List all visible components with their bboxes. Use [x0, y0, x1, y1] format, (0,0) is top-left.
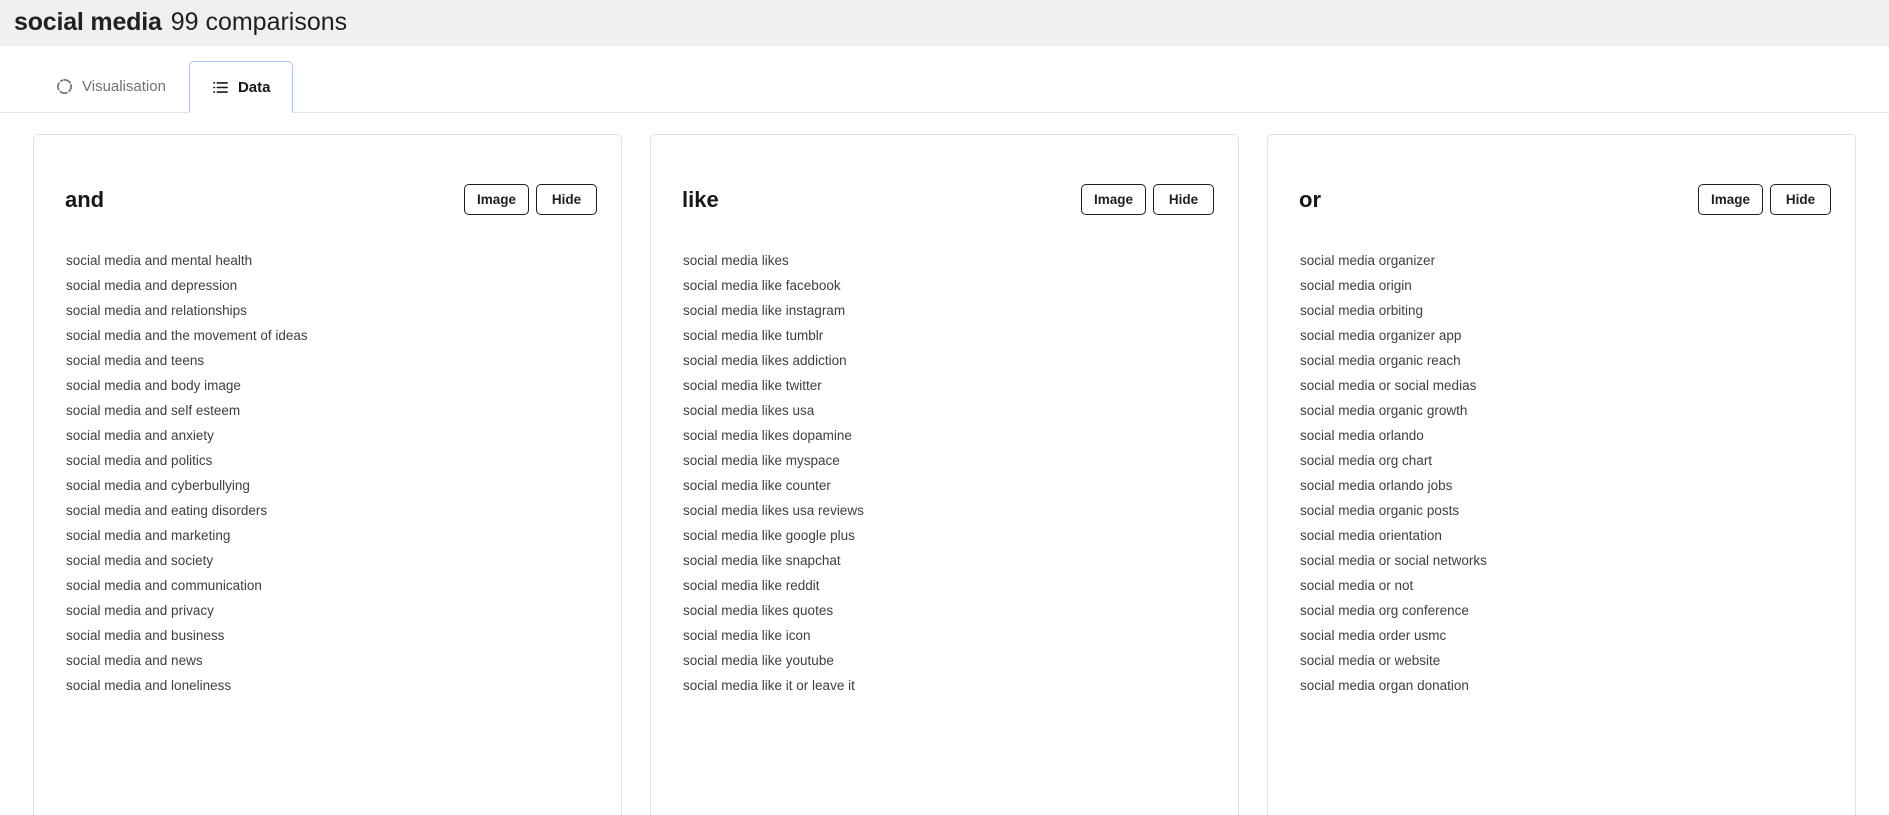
list-item[interactable]: social media org chart [1300, 448, 1835, 473]
image-button[interactable]: Image [1080, 184, 1146, 215]
list-item[interactable]: social media and privacy [66, 598, 601, 623]
list-item[interactable]: social media organic growth [1300, 398, 1835, 423]
list-item[interactable]: social media like counter [683, 473, 1218, 498]
comparison-columns: and Image Hide social media and mental h… [0, 113, 1889, 815]
list-item[interactable]: social media like tumblr [683, 323, 1218, 348]
list-item[interactable]: social media or website [1300, 648, 1835, 673]
list-item[interactable]: social media organ donation [1300, 673, 1835, 698]
list-item[interactable]: social media orbiting [1300, 298, 1835, 323]
comparison-card-like: like Image Hide social media likes socia… [650, 134, 1239, 815]
list-item[interactable]: social media origin [1300, 273, 1835, 298]
list-item[interactable]: social media like facebook [683, 273, 1218, 298]
list-item[interactable]: social media and depression [66, 273, 601, 298]
tab-bar: Visualisation Data [0, 46, 1889, 113]
list-item[interactable]: social media like instagram [683, 298, 1218, 323]
card-title: like [682, 186, 719, 212]
list-item[interactable]: social media org conference [1300, 598, 1835, 623]
card-actions: Image Hide [1080, 184, 1214, 215]
list-item[interactable]: social media and society [66, 548, 601, 573]
card-actions: Image Hide [463, 184, 597, 215]
list-item[interactable]: social media organic posts [1300, 498, 1835, 523]
list-item[interactable]: social media and cyberbullying [66, 473, 601, 498]
comparison-card-and: and Image Hide social media and mental h… [33, 134, 622, 815]
comparison-card-or: or Image Hide social media organizer soc… [1267, 134, 1856, 815]
list-item[interactable]: social media like google plus [683, 523, 1218, 548]
list-item[interactable]: social media like myspace [683, 448, 1218, 473]
list-item[interactable]: social media and business [66, 623, 601, 648]
card-title: or [1299, 186, 1321, 212]
suggestion-list: social media likes social media like fac… [651, 227, 1238, 698]
list-item[interactable]: social media orlando [1300, 423, 1835, 448]
list-item[interactable]: social media like snapchat [683, 548, 1218, 573]
list-item[interactable]: social media and the movement of ideas [66, 323, 601, 348]
list-item[interactable]: social media and relationships [66, 298, 601, 323]
list-item[interactable]: social media and body image [66, 373, 601, 398]
hide-button[interactable]: Hide [536, 184, 597, 215]
list-icon [212, 79, 229, 96]
list-item[interactable]: social media and marketing [66, 523, 601, 548]
image-button[interactable]: Image [1697, 184, 1763, 215]
image-button[interactable]: Image [463, 184, 529, 215]
list-item[interactable]: social media organizer [1300, 248, 1835, 273]
list-item[interactable]: social media likes usa [683, 398, 1218, 423]
tab-visualisation[interactable]: Visualisation [33, 60, 189, 112]
list-item[interactable]: social media or social networks [1300, 548, 1835, 573]
list-item[interactable]: social media or not [1300, 573, 1835, 598]
list-item[interactable]: social media orientation [1300, 523, 1835, 548]
hide-button[interactable]: Hide [1770, 184, 1831, 215]
list-item[interactable]: social media or social medias [1300, 373, 1835, 398]
list-item[interactable]: social media like youtube [683, 648, 1218, 673]
suggestion-list: social media and mental health social me… [34, 227, 621, 698]
list-item[interactable]: social media likes dopamine [683, 423, 1218, 448]
list-item[interactable]: social media organic reach [1300, 348, 1835, 373]
circle-dashed-icon [56, 78, 73, 95]
list-item[interactable]: social media likes addiction [683, 348, 1218, 373]
list-item[interactable]: social media like reddit [683, 573, 1218, 598]
card-title: and [65, 186, 105, 212]
tab-data-label: Data [237, 78, 271, 96]
list-item[interactable]: social media order usmc [1300, 623, 1835, 648]
card-header: and Image Hide [34, 135, 621, 227]
list-item[interactable]: social media like it or leave it [683, 673, 1218, 698]
list-item[interactable]: social media likes quotes [683, 598, 1218, 623]
tab-visualisation-label: Visualisation [82, 78, 166, 95]
list-item[interactable]: social media like icon [683, 623, 1218, 648]
list-item[interactable]: social media likes usa reviews [683, 498, 1218, 523]
list-item[interactable]: social media and communication [66, 573, 601, 598]
list-item[interactable]: social media and loneliness [66, 673, 601, 698]
card-actions: Image Hide [1697, 184, 1831, 215]
list-item[interactable]: social media and anxiety [66, 423, 601, 448]
card-header: like Image Hide [651, 135, 1238, 227]
page-title: social media 99 comparisons [14, 10, 347, 35]
hide-button[interactable]: Hide [1153, 184, 1214, 215]
list-item[interactable]: social media and eating disorders [66, 498, 601, 523]
list-item[interactable]: social media and self esteem [66, 398, 601, 423]
list-item[interactable]: social media and teens [66, 348, 601, 373]
list-item[interactable]: social media like twitter [683, 373, 1218, 398]
list-item[interactable]: social media and politics [66, 448, 601, 473]
list-item[interactable]: social media orlando jobs [1300, 473, 1835, 498]
tab-data[interactable]: Data [188, 61, 294, 113]
comparison-count: 99 comparisons [170, 8, 348, 36]
card-header: or Image Hide [1268, 135, 1855, 227]
list-item[interactable]: social media organizer app [1300, 323, 1835, 348]
search-term: social media [14, 8, 162, 36]
list-item[interactable]: social media likes [683, 248, 1218, 273]
app-header: social media 99 comparisons [0, 0, 1889, 46]
list-item[interactable]: social media and mental health [66, 248, 601, 273]
list-item[interactable]: social media and news [66, 648, 601, 673]
suggestion-list: social media organizer social media orig… [1268, 227, 1855, 698]
